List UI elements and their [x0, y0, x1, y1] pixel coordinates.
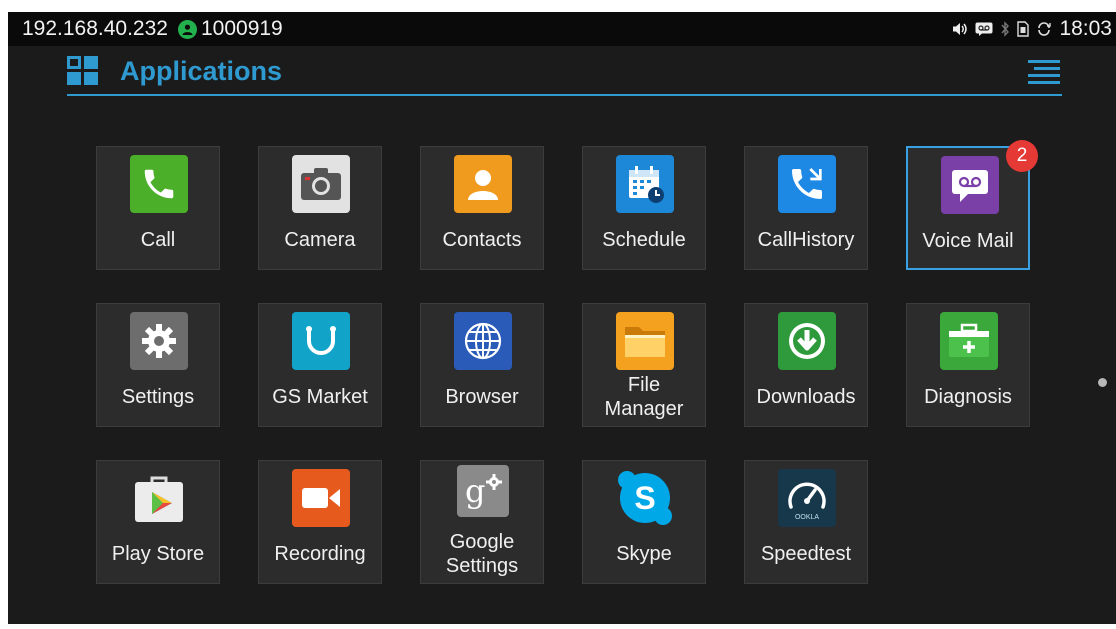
app-label: Diagnosis: [924, 386, 1012, 408]
app-tile-gsmarket[interactable]: GS Market: [258, 303, 382, 427]
app-label: Downloads: [756, 386, 856, 408]
svg-text:g: g: [465, 472, 485, 510]
contacts-icon: [454, 155, 512, 213]
app-tile-contacts[interactable]: Contacts: [420, 146, 544, 270]
sync-icon: [1036, 21, 1052, 37]
notification-badge: 2: [1006, 140, 1038, 172]
download-icon: [778, 312, 836, 370]
skype-icon: S: [616, 469, 674, 527]
svg-text:S: S: [634, 480, 655, 516]
app-tile-schedule[interactable]: Schedule: [582, 146, 706, 270]
app-label: Recording: [274, 543, 366, 565]
app-label: Settings: [121, 386, 195, 408]
camera-icon: [292, 155, 350, 213]
app-tile-filemanager[interactable]: File Manager: [582, 303, 706, 427]
app-label: Google Settings: [421, 530, 543, 578]
app-label: Call: [140, 229, 176, 251]
app-tile-skype[interactable]: S Skype: [582, 460, 706, 584]
app-tile-camera[interactable]: Camera: [258, 146, 382, 270]
first-aid-kit-icon: [940, 312, 998, 370]
voicemail-icon: [975, 22, 993, 36]
app-tile-diagnosis[interactable]: Diagnosis: [906, 303, 1030, 427]
app-tile-settings[interactable]: Settings: [96, 303, 220, 427]
speedometer-icon: OOKLA: [778, 469, 836, 527]
app-label: Play Store: [111, 543, 205, 565]
sim-icon: [1017, 21, 1030, 37]
app-tile-googlesettings[interactable]: g Google Settings: [420, 460, 544, 584]
status-right: 18:03: [952, 17, 1112, 41]
app-tile-playstore[interactable]: Play Store: [96, 460, 220, 584]
app-label: Contacts: [442, 229, 522, 251]
play-store-icon: [130, 469, 188, 527]
app-label: Camera: [284, 229, 356, 251]
app-label: Speedtest: [760, 543, 852, 565]
voicemail-app-icon: [941, 156, 999, 214]
app-tile-speedtest[interactable]: OOKLA Speedtest: [744, 460, 868, 584]
status-bar: 192.168.40.232 1000919 18:03: [8, 12, 1116, 46]
bluetooth-icon: [1000, 21, 1010, 37]
user-status-icon: [177, 19, 197, 39]
calendar-icon: [616, 155, 674, 213]
folder-icon: [616, 312, 674, 370]
app-label: Voice Mail: [922, 230, 1014, 252]
app-tile-call[interactable]: Call: [96, 146, 220, 270]
status-left: 192.168.40.232 1000919: [22, 17, 283, 41]
market-bag-icon: [292, 312, 350, 370]
page-indicator-dot[interactable]: [1098, 378, 1107, 387]
clock: 18:03: [1059, 17, 1112, 40]
volume-icon: [952, 22, 968, 36]
gear-icon: [130, 312, 188, 370]
ookla-text: OOKLA: [795, 514, 819, 521]
app-label: Schedule: [602, 229, 686, 251]
page-header: Applications: [67, 50, 1062, 96]
google-settings-icon: g: [457, 465, 509, 517]
app-label-line: Manager: [604, 398, 684, 420]
app-tile-downloads[interactable]: Downloads: [744, 303, 868, 427]
ip-address: 192.168.40.232: [22, 17, 168, 40]
app-tile-callhistory[interactable]: CallHistory: [744, 146, 868, 270]
app-drawer-screen: 192.168.40.232 1000919 18:03 Application…: [8, 12, 1116, 624]
app-label-line: Google: [449, 531, 515, 553]
page-title: Applications: [120, 56, 283, 86]
call-history-icon: [778, 155, 836, 213]
phone-icon: [130, 155, 188, 213]
app-label: Skype: [616, 543, 672, 565]
video-camera-icon: [292, 469, 350, 527]
applications-grid-icon: [67, 56, 99, 86]
extension-number: 1000919: [200, 17, 283, 40]
app-label: GS Market: [272, 386, 368, 408]
list-menu-icon[interactable]: [1026, 60, 1062, 88]
app-label: Browser: [445, 386, 519, 408]
app-tile-browser[interactable]: Browser: [420, 303, 544, 427]
app-label-line: File: [627, 374, 661, 396]
globe-icon: [454, 312, 512, 370]
app-tile-recording[interactable]: Recording: [258, 460, 382, 584]
app-label-line: Settings: [445, 555, 519, 577]
app-label: CallHistory: [757, 229, 855, 251]
app-label: File Manager: [583, 373, 705, 421]
